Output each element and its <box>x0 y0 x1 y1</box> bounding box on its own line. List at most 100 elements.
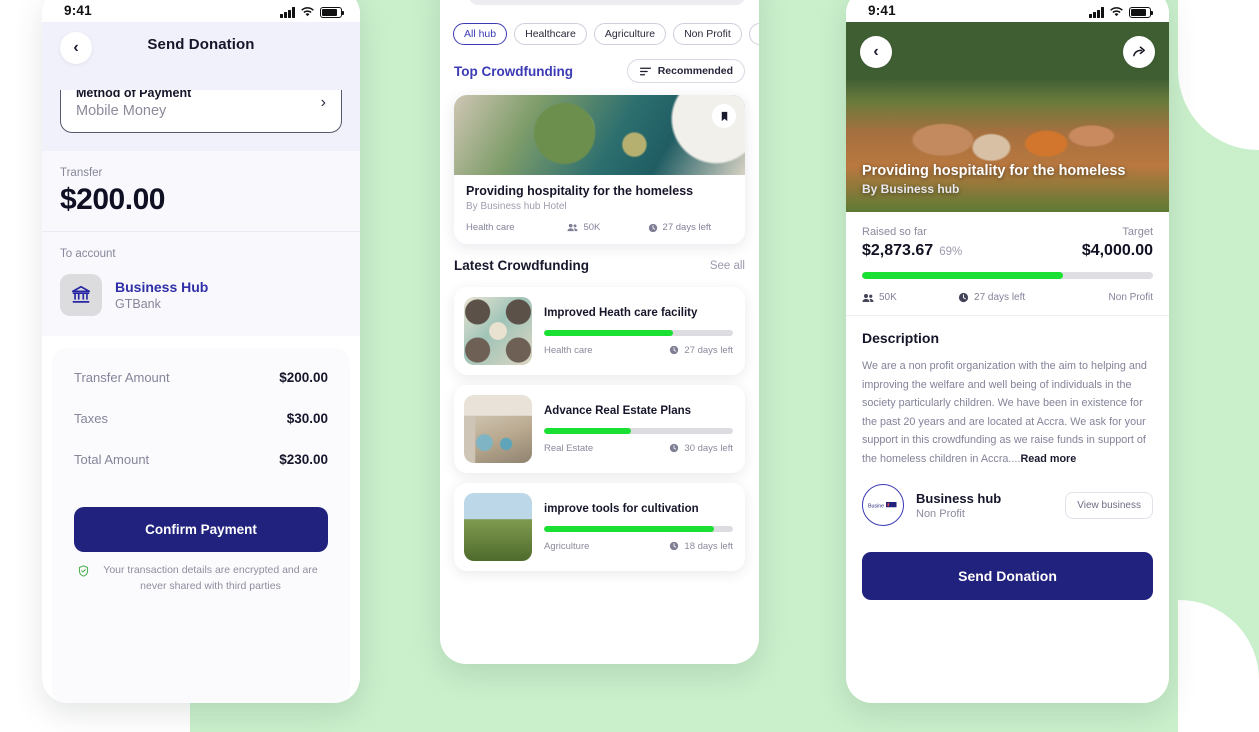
secure-note: Your transaction details are encrypted a… <box>74 563 328 595</box>
share-button[interactable] <box>1123 36 1155 68</box>
section-title-latest: Latest Crowdfunding <box>454 258 589 273</box>
description-body: We are a non profit organization with th… <box>862 360 1147 465</box>
progress-bar <box>544 525 733 532</box>
chip-agriculture[interactable]: Agriculture <box>593 23 667 45</box>
people-icon <box>567 223 578 232</box>
raised-percent: 69% <box>939 246 963 258</box>
chip-all-filters[interactable]: All Filters <box>748 23 759 45</box>
raised-block: Raised so far $2,873.67 69% <box>862 226 962 260</box>
business-row: Busine Business hub Non Profit View busi… <box>846 474 1169 527</box>
share-icon <box>1132 45 1145 56</box>
to-account-row[interactable]: Business Hub GTBank <box>60 274 342 316</box>
see-all-link[interactable]: See all <box>710 260 745 272</box>
payment-summary: Transfer Amount $200.00 Taxes $30.00 Tot… <box>52 348 350 703</box>
status-time: 9:41 <box>64 3 92 18</box>
progress-bar <box>544 329 733 336</box>
summary-row: Taxes $30.00 <box>74 411 328 426</box>
business-texts: Business hub Non Profit <box>916 491 1001 520</box>
status-icons <box>1089 6 1154 18</box>
section-title-top: Top Crowdfunding <box>454 63 573 79</box>
filter-chips: All hub Healthcare Agriculture Non Profi… <box>440 15 759 51</box>
to-account-texts: Business Hub GTBank <box>115 279 208 311</box>
to-account-section: To account Business Hub GTBank <box>42 231 360 336</box>
progress-fill <box>544 525 715 532</box>
wifi-icon <box>1110 7 1123 17</box>
real-estate-thumb <box>464 395 532 463</box>
featured-meta: Health care 50K 27 days left <box>466 222 733 233</box>
campaign-hero-image: ‹ Providing hospitality for the homeless… <box>846 22 1169 212</box>
phone-screen-discover: ‹ Search for business, investors... All … <box>440 0 759 664</box>
back-button[interactable]: ‹ <box>860 36 892 68</box>
campaign-meta: 50K 27 days left Non Profit <box>862 292 1153 303</box>
progress-fill <box>862 272 1063 279</box>
chevron-right-icon: › <box>320 93 326 111</box>
list-item-body: Improved Heath care facility Health care… <box>544 307 733 356</box>
campaign-progress-bar <box>862 272 1153 279</box>
target-value: $4,000.00 <box>1081 242 1153 259</box>
phone-screen-send-donation: 9:41 ‹ Send Donation Method of Payment M… <box>42 0 360 703</box>
confirm-payment-button[interactable]: Confirm Payment <box>74 507 328 552</box>
svg-text:Busine: Busine <box>868 504 884 510</box>
featured-campaign-card[interactable]: Providing hospitality for the homeless B… <box>454 95 745 244</box>
featured-backers: 50K <box>567 222 647 233</box>
campaign-category: Non Profit <box>1108 292 1153 303</box>
business-hub-logo-mark: Busine <box>868 502 897 510</box>
account-name: Business Hub <box>115 279 209 295</box>
clock-icon <box>648 223 657 232</box>
read-more-link[interactable]: Read more <box>1020 453 1076 465</box>
sort-label: Recommended <box>657 65 733 77</box>
view-business-button[interactable]: View business <box>1065 491 1153 519</box>
chevron-left-icon: ‹ <box>873 43 879 60</box>
raised-label: Raised so far <box>862 226 927 238</box>
list-item-body: improve tools for cultivation Agricultur… <box>544 503 733 552</box>
featured-title: Providing hospitality for the homeless <box>466 184 694 198</box>
item-category: Agriculture <box>544 540 590 552</box>
payment-method-value: Mobile Money <box>76 103 167 119</box>
summary-value: $230.00 <box>279 452 328 467</box>
featured-image <box>454 95 745 175</box>
chip-non-profit[interactable]: Non Profit <box>673 23 742 45</box>
list-item[interactable]: Advance Real Estate Plans Real Estate 30… <box>454 385 745 473</box>
shield-check-icon <box>78 565 88 577</box>
list-item[interactable]: improve tools for cultivation Agricultur… <box>454 483 745 571</box>
clock-icon <box>670 345 679 355</box>
bookmark-button[interactable] <box>712 104 736 128</box>
transfer-label: Transfer <box>60 167 103 179</box>
days-left-text: 27 days left <box>974 292 1026 303</box>
screenshot-root: 9:41 ‹ Send Donation Method of Payment M… <box>0 0 1259 732</box>
raised-value: $2,873.67 <box>862 242 934 259</box>
page-title: Send Donation <box>147 36 255 53</box>
health-care-thumb <box>464 297 532 365</box>
list-item-body: Advance Real Estate Plans Real Estate 30… <box>544 405 733 454</box>
sort-recommended-button[interactable]: Recommended <box>626 59 745 83</box>
hero-title: Providing hospitality for the homeless <box>862 163 1126 179</box>
featured-by: By Business hub Hotel <box>466 201 567 212</box>
clock-icon <box>670 541 679 551</box>
status-time: 9:41 <box>868 3 896 18</box>
chip-healthcare[interactable]: Healthcare <box>514 23 587 45</box>
item-days: 30 days left <box>669 443 733 454</box>
progress-fill <box>544 329 673 336</box>
summary-value: $200.00 <box>279 370 328 385</box>
featured-card-body: Providing hospitality for the homeless B… <box>454 175 745 244</box>
backers-count: 50K <box>879 292 897 303</box>
status-bar-left: 9:41 <box>42 0 360 22</box>
list-item[interactable]: Improved Heath care facility Health care… <box>454 287 745 375</box>
campaign-stats: Raised so far $2,873.67 69% Target $4,000… <box>846 212 1169 316</box>
secure-note-text: Your transaction details are encrypted a… <box>103 564 318 592</box>
bank-icon <box>60 274 102 316</box>
clock-icon <box>670 443 679 453</box>
search-input[interactable]: Search for business, investors... <box>469 0 745 5</box>
chip-all-hub[interactable]: All hub <box>453 23 508 45</box>
item-days-left: 27 days left <box>684 344 733 356</box>
campaign-description: Description We are a non profit organiza… <box>846 316 1169 474</box>
to-account-label: To account <box>60 248 116 260</box>
wifi-icon <box>301 7 314 17</box>
stats-row: Raised so far $2,873.67 69% Target $4,000… <box>862 226 1153 260</box>
description-heading: Description <box>862 330 940 346</box>
business-name: Business hub <box>916 490 1002 506</box>
phone-screen-campaign-detail: 9:41 ‹ Providing hospitality for the hom… <box>846 0 1169 703</box>
clock-icon <box>958 292 969 303</box>
battery-icon <box>1129 7 1154 18</box>
send-donation-button[interactable]: Send Donation <box>862 552 1153 601</box>
